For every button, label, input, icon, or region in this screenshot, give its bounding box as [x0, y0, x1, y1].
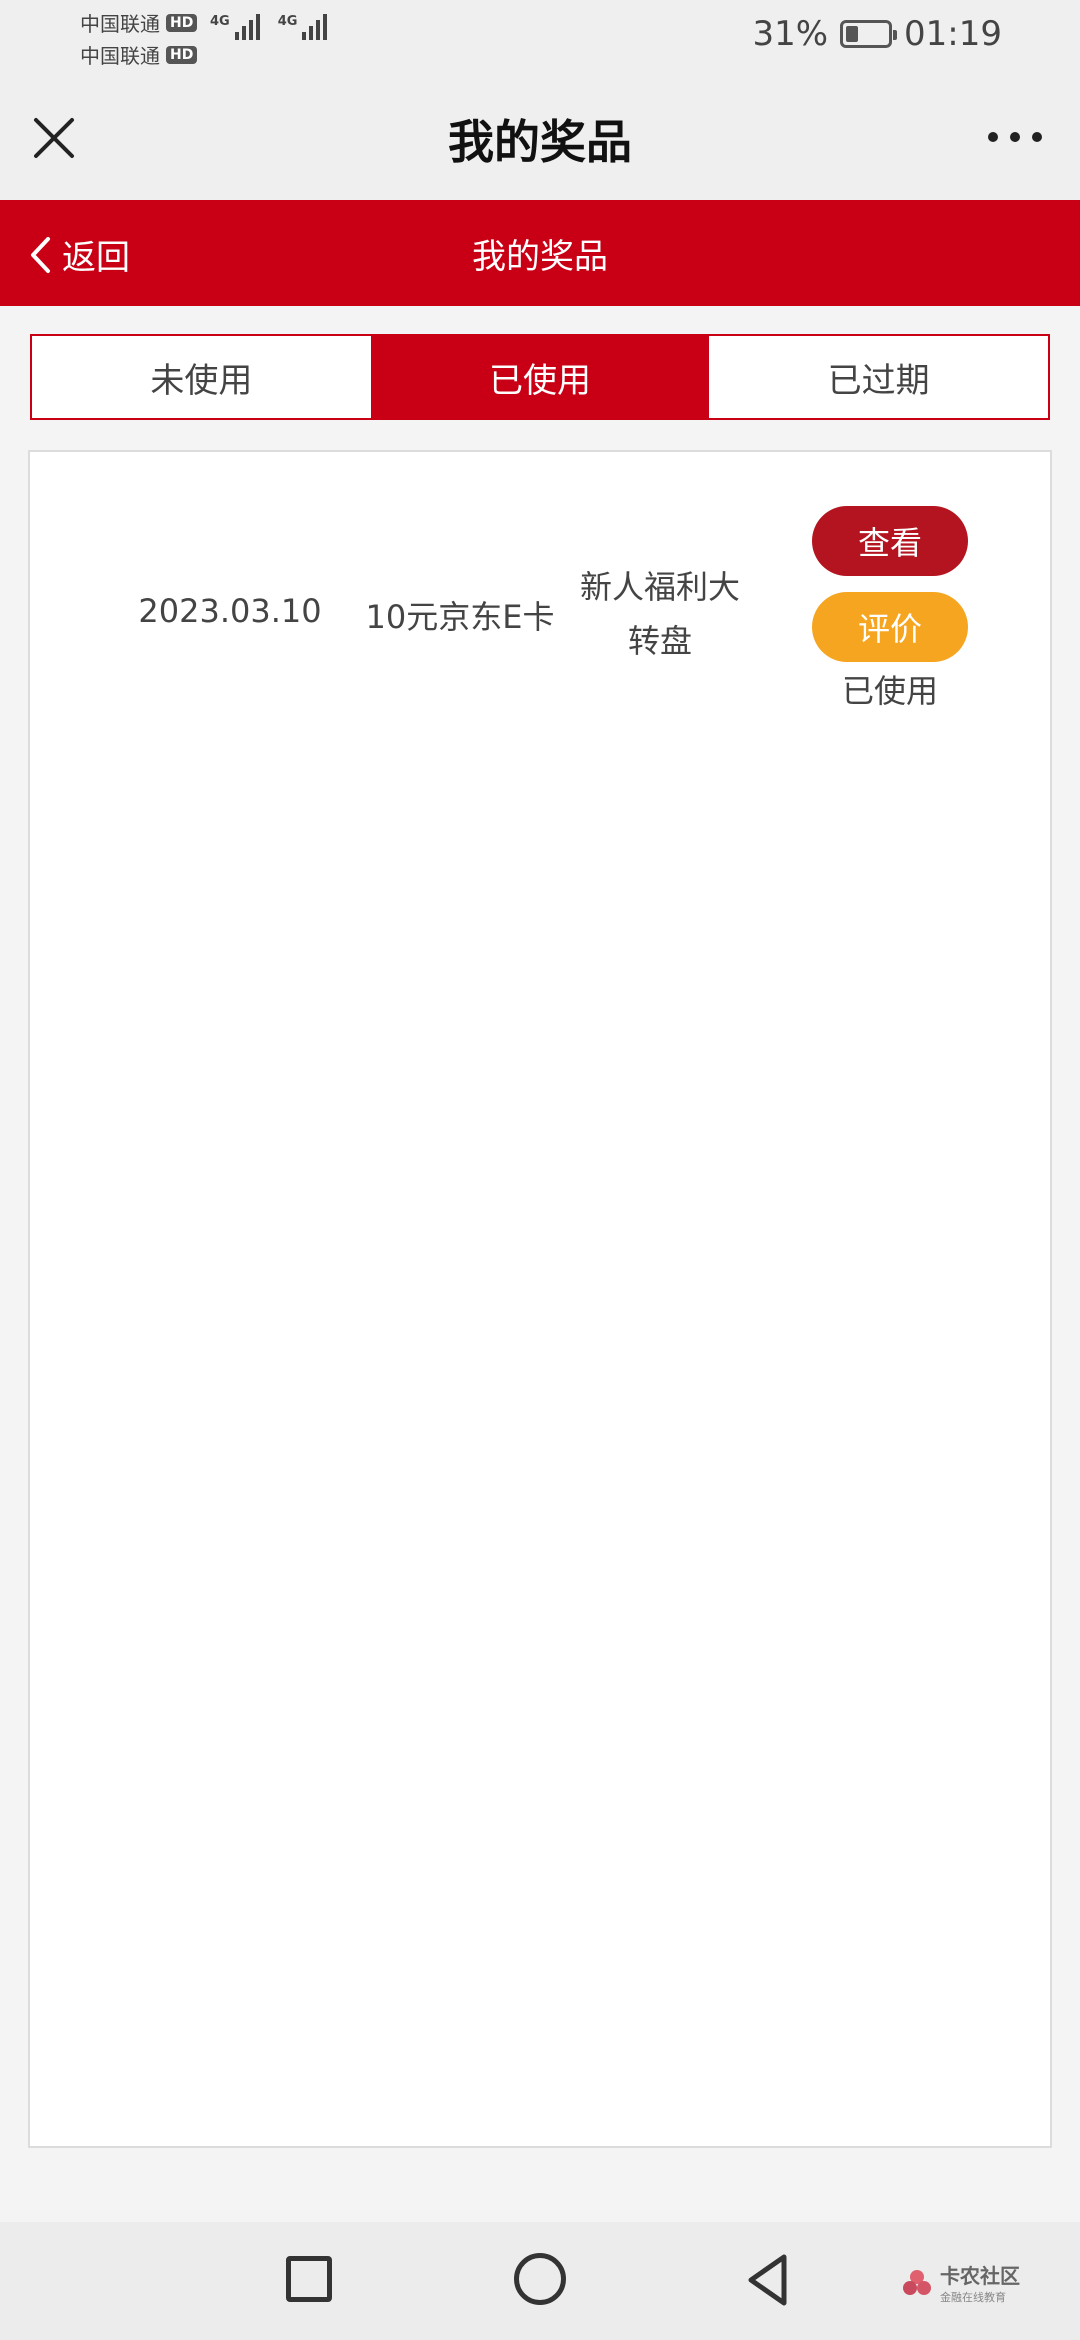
tab-expired[interactable]: 已过期 [709, 336, 1048, 418]
hd-badge: HD [166, 45, 198, 64]
page-title: 我的奖品 [448, 115, 632, 169]
back-label: 返回 [62, 238, 130, 278]
more-dots-icon[interactable] [988, 132, 1042, 142]
tab-unused[interactable]: 未使用 [32, 336, 371, 418]
signal-indicators: 4G 4G [210, 14, 328, 40]
view-button[interactable]: 查看 [812, 506, 968, 576]
battery-percent: 31% [752, 14, 829, 54]
title-bar: 我的奖品 [0, 78, 1080, 200]
triangle-back-icon[interactable] [746, 2252, 790, 2308]
network-type: 4G [277, 14, 298, 29]
watermark: 卡农社区 金融在线教育 [900, 2260, 1020, 2305]
prize-list: 2023.03.10 10元京东E卡 新人福利大 转盘 查看 评价 已使用 [28, 450, 1052, 2148]
battery-icon [840, 20, 898, 48]
carrier-2-label: 中国联通 [80, 44, 160, 68]
prize-source: 新人福利大 转盘 [550, 560, 770, 668]
header-bar: 返回 我的奖品 [0, 200, 1080, 306]
battery-fill [846, 26, 859, 42]
watermark-main: 卡农社区 [940, 2264, 1020, 2288]
signal-icon: 4G [278, 14, 328, 40]
carrier-2: 中国联通 HD [80, 40, 198, 69]
signal-icon: 4G [210, 14, 260, 40]
status-right: 31% 01:19 [752, 14, 1002, 54]
carrier-1: 中国联通 HD [80, 8, 198, 37]
system-nav-bar: 卡农社区 金融在线教育 [0, 2222, 1080, 2340]
clock: 01:19 [904, 14, 1002, 54]
prize-source-line1: 新人福利大 [579, 568, 740, 606]
prize-source-line2: 转盘 [627, 622, 692, 660]
chevron-left-icon [31, 236, 50, 273]
header-title: 我的奖品 [472, 236, 608, 277]
hd-badge: HD [166, 13, 198, 32]
tab-bar: 未使用 已使用 已过期 [30, 334, 1050, 420]
watermark-logo-icon [903, 2269, 931, 2295]
prize-date: 2023.03.10 [138, 592, 322, 630]
square-icon[interactable] [286, 2256, 332, 2302]
tab-used[interactable]: 已使用 [370, 336, 710, 418]
review-button[interactable]: 评价 [812, 592, 968, 662]
list-item: 2023.03.10 10元京东E卡 新人福利大 转盘 查看 评价 已使用 [30, 452, 1050, 712]
network-type: 4G [210, 14, 230, 29]
watermark-sub: 金融在线教育 [940, 2291, 1006, 2304]
close-icon[interactable] [30, 114, 78, 162]
back-button[interactable]: 返回 [28, 230, 130, 279]
prize-actions: 查看 评价 已使用 [812, 506, 968, 712]
carrier-1-label: 中国联通 [80, 12, 160, 36]
status-label: 已使用 [841, 672, 938, 710]
circle-icon[interactable] [514, 2253, 566, 2305]
status-bar: 中国联通 HD 中国联通 HD 4G 4G 31% 01:19 [0, 0, 1080, 78]
